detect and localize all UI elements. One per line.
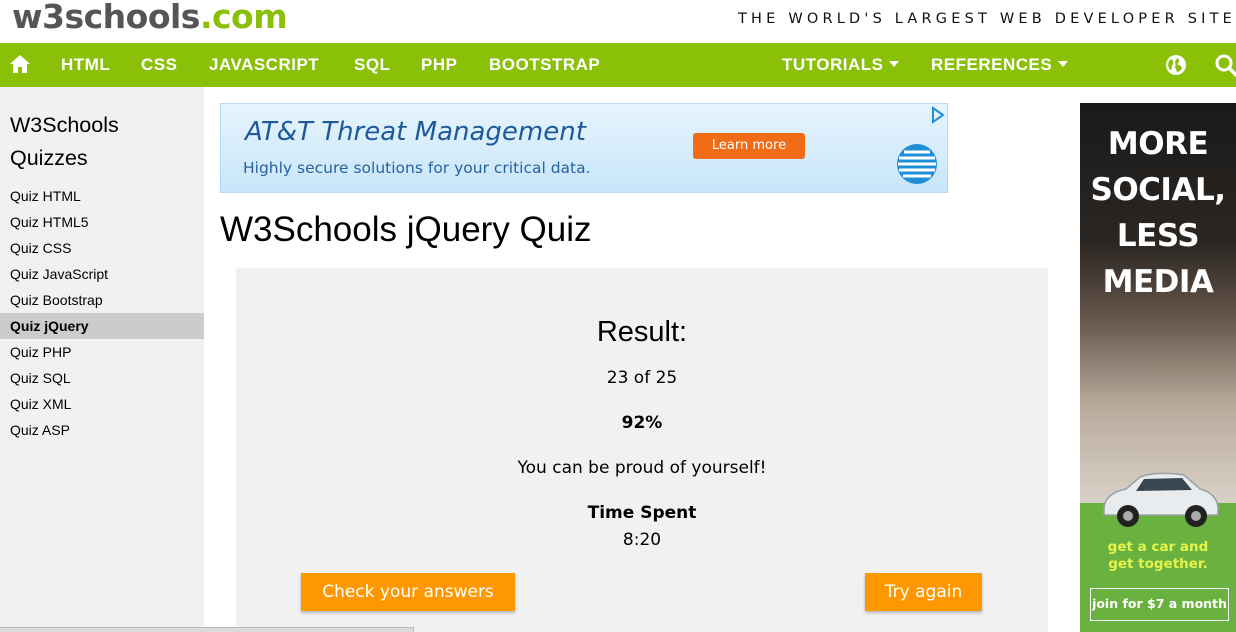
site-logo[interactable]: w3schools.com [12, 0, 288, 36]
ad-learn-more-button[interactable]: Learn more [693, 133, 805, 159]
ad-headline: AT&T Threat Management [245, 117, 586, 147]
search-icon[interactable] [1214, 53, 1236, 77]
sidebar-item-quiz-bootstrap[interactable]: Quiz Bootstrap [0, 287, 204, 313]
globe-icon[interactable] [1164, 53, 1188, 77]
sidebar-item-quiz-asp[interactable]: Quiz ASP [0, 417, 204, 443]
side-ad-tag-line: get a car and [1107, 539, 1209, 555]
side-ad-headline: MORE SOCIAL, LESS MEDIA [1080, 121, 1236, 305]
home-icon[interactable] [9, 54, 31, 74]
time-spent-value: 8:20 [622, 530, 662, 550]
sidebar-item-quiz-javascript[interactable]: Quiz JavaScript [0, 261, 204, 287]
main-navbar: HTML CSS JAVASCRIPT SQL PHP BOOTSTRAP TU… [0, 43, 1236, 87]
chevron-down-icon [889, 61, 900, 67]
sidebar-item-quiz-html5[interactable]: Quiz HTML5 [0, 209, 204, 235]
sidebar-item-quiz-jquery[interactable]: Quiz jQuery [0, 313, 204, 339]
nav-references-dropdown[interactable]: REFERENCES [931, 43, 1069, 87]
horizontal-scrollbar[interactable] [0, 627, 414, 632]
site-header: w3schools.com THE WORLD'S LARGEST WEB DE… [0, 0, 1236, 43]
result-score: 23 of 25 [606, 368, 678, 388]
result-panel: Result: 23 of 25 92% You can be proud of… [236, 268, 1048, 632]
sidebar-item-quiz-sql[interactable]: Quiz SQL [0, 365, 204, 391]
att-globe-icon [897, 144, 937, 184]
nav-tutorials-dropdown[interactable]: TUTORIALS [782, 43, 900, 87]
chevron-down-icon [1058, 61, 1069, 67]
sidebar-item-quiz-php[interactable]: Quiz PHP [0, 339, 204, 365]
side-ad-headline-line: LESS [1116, 218, 1200, 254]
try-again-button[interactable]: Try again [865, 573, 982, 611]
nav-item-bootstrap[interactable]: BOOTSTRAP [489, 43, 600, 87]
sidebar-list: Quiz HTML Quiz HTML5 Quiz CSS Quiz JavaS… [0, 183, 204, 443]
logo-tld-text: .com [199, 0, 288, 36]
nav-item-html[interactable]: HTML [61, 43, 110, 87]
time-spent-label: Time Spent [587, 503, 697, 523]
sidebar-title: W3Schools Quizzes [10, 113, 119, 170]
nav-references-label: REFERENCES [931, 55, 1053, 74]
side-ad-headline-line: MORE [1107, 126, 1209, 162]
side-ad-tag-line: get together. [1108, 556, 1208, 572]
page-title: W3Schools jQuery Quiz [220, 210, 592, 249]
ad-banner[interactable]: AT&T Threat Management Highly secure sol… [220, 103, 948, 193]
side-ad-join-button[interactable]: join for $7 a month [1090, 588, 1229, 621]
check-answers-button[interactable]: Check your answers [301, 573, 515, 611]
nav-item-javascript[interactable]: JAVASCRIPT [209, 43, 319, 87]
nav-tutorials-label: TUTORIALS [782, 55, 884, 74]
result-percent: 92% [621, 413, 663, 433]
car-icon [1103, 472, 1219, 527]
nav-item-css[interactable]: CSS [141, 43, 177, 87]
ad-subline: Highly secure solutions for your critica… [243, 159, 591, 177]
side-ad-tagline: get a car and get together. [1080, 539, 1236, 573]
result-message: You can be proud of yourself! [517, 458, 767, 478]
side-ad-headline-line: MEDIA [1102, 264, 1214, 300]
nav-item-php[interactable]: PHP [421, 43, 457, 87]
site-tagline: THE WORLD'S LARGEST WEB DEVELOPER SITE [738, 11, 1236, 27]
sidebar-item-quiz-xml[interactable]: Quiz XML [0, 391, 204, 417]
sidebar-item-quiz-html[interactable]: Quiz HTML [0, 183, 204, 209]
quiz-sidebar: W3Schools Quizzes Quiz HTML Quiz HTML5 Q… [0, 87, 204, 632]
result-heading: Result: [596, 316, 688, 348]
ad-choices-icon[interactable] [926, 104, 948, 126]
nav-item-sql[interactable]: SQL [354, 43, 390, 87]
side-ad[interactable]: MORE SOCIAL, LESS MEDIA get a car and ge… [1080, 103, 1236, 632]
side-ad-headline-line: SOCIAL, [1090, 172, 1227, 208]
logo-main-text: w3schools [12, 0, 200, 36]
sidebar-item-quiz-css[interactable]: Quiz CSS [0, 235, 204, 261]
